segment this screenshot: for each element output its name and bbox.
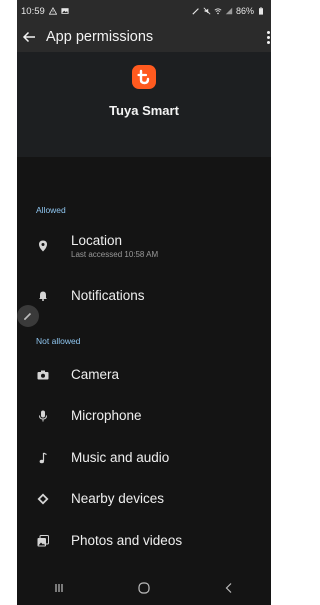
- microphone-icon: [37, 410, 49, 422]
- signal-icon: [225, 7, 233, 15]
- phone-screen: 10:59 86% App permissions Tuya Smart All…: [17, 0, 271, 605]
- music-note-icon: [37, 451, 49, 464]
- section-not-allowed-label: Not allowed: [36, 336, 81, 346]
- recents-icon[interactable]: [39, 573, 79, 603]
- permission-camera-label: Camera: [71, 367, 120, 382]
- more-options-icon[interactable]: [265, 29, 271, 45]
- app-name: Tuya Smart: [109, 103, 179, 118]
- stylus-icon: [192, 8, 199, 15]
- permission-microphone-label: Microphone: [71, 408, 142, 423]
- battery-icon: [259, 7, 263, 15]
- wifi-icon: [214, 8, 222, 15]
- permission-nearby-devices[interactable]: Nearby devices: [35, 491, 164, 506]
- system-nav-bar: [17, 571, 271, 605]
- nearby-devices-icon: [37, 493, 49, 505]
- permission-camera[interactable]: Camera: [35, 367, 119, 382]
- gallery-notification-icon: [61, 8, 69, 14]
- permission-photos-videos-label: Photos and videos: [71, 533, 183, 548]
- app-header: Tuya Smart: [17, 52, 271, 157]
- app-bar: App permissions: [17, 22, 271, 52]
- status-time: 10:59: [21, 5, 45, 17]
- permission-microphone[interactable]: Microphone: [35, 408, 142, 423]
- warning-icon: [48, 7, 57, 15]
- photos-icon: [37, 534, 49, 547]
- home-icon[interactable]: [124, 573, 164, 603]
- page-title: App permissions: [46, 29, 154, 45]
- edit-pencil-icon[interactable]: [17, 305, 39, 327]
- tuya-logo-icon: [132, 65, 156, 89]
- battery-percent: 86%: [235, 6, 254, 16]
- camera-icon: [37, 369, 49, 381]
- status-bar: 10:59 86%: [17, 0, 271, 22]
- permission-music-audio-label: Music and audio: [71, 450, 170, 465]
- permission-location-label: Location: [71, 233, 123, 248]
- permission-nearby-devices-label: Nearby devices: [71, 491, 165, 506]
- permission-notifications[interactable]: Notifications: [35, 288, 145, 303]
- permission-location-sub: Last accessed 10:58 AM: [71, 250, 159, 259]
- mute-icon: [203, 7, 211, 15]
- permission-photos-videos[interactable]: Photos and videos: [35, 533, 182, 548]
- back-arrow-icon[interactable]: [21, 29, 37, 45]
- nav-back-icon[interactable]: [209, 573, 249, 603]
- section-allowed-label: Allowed: [36, 205, 66, 215]
- permission-notifications-label: Notifications: [71, 288, 145, 303]
- bell-icon: [37, 290, 49, 302]
- location-pin-icon: [37, 240, 49, 252]
- permission-music-audio[interactable]: Music and audio: [35, 450, 169, 465]
- permission-location[interactable]: Location Last accessed 10:58 AM: [35, 233, 158, 259]
